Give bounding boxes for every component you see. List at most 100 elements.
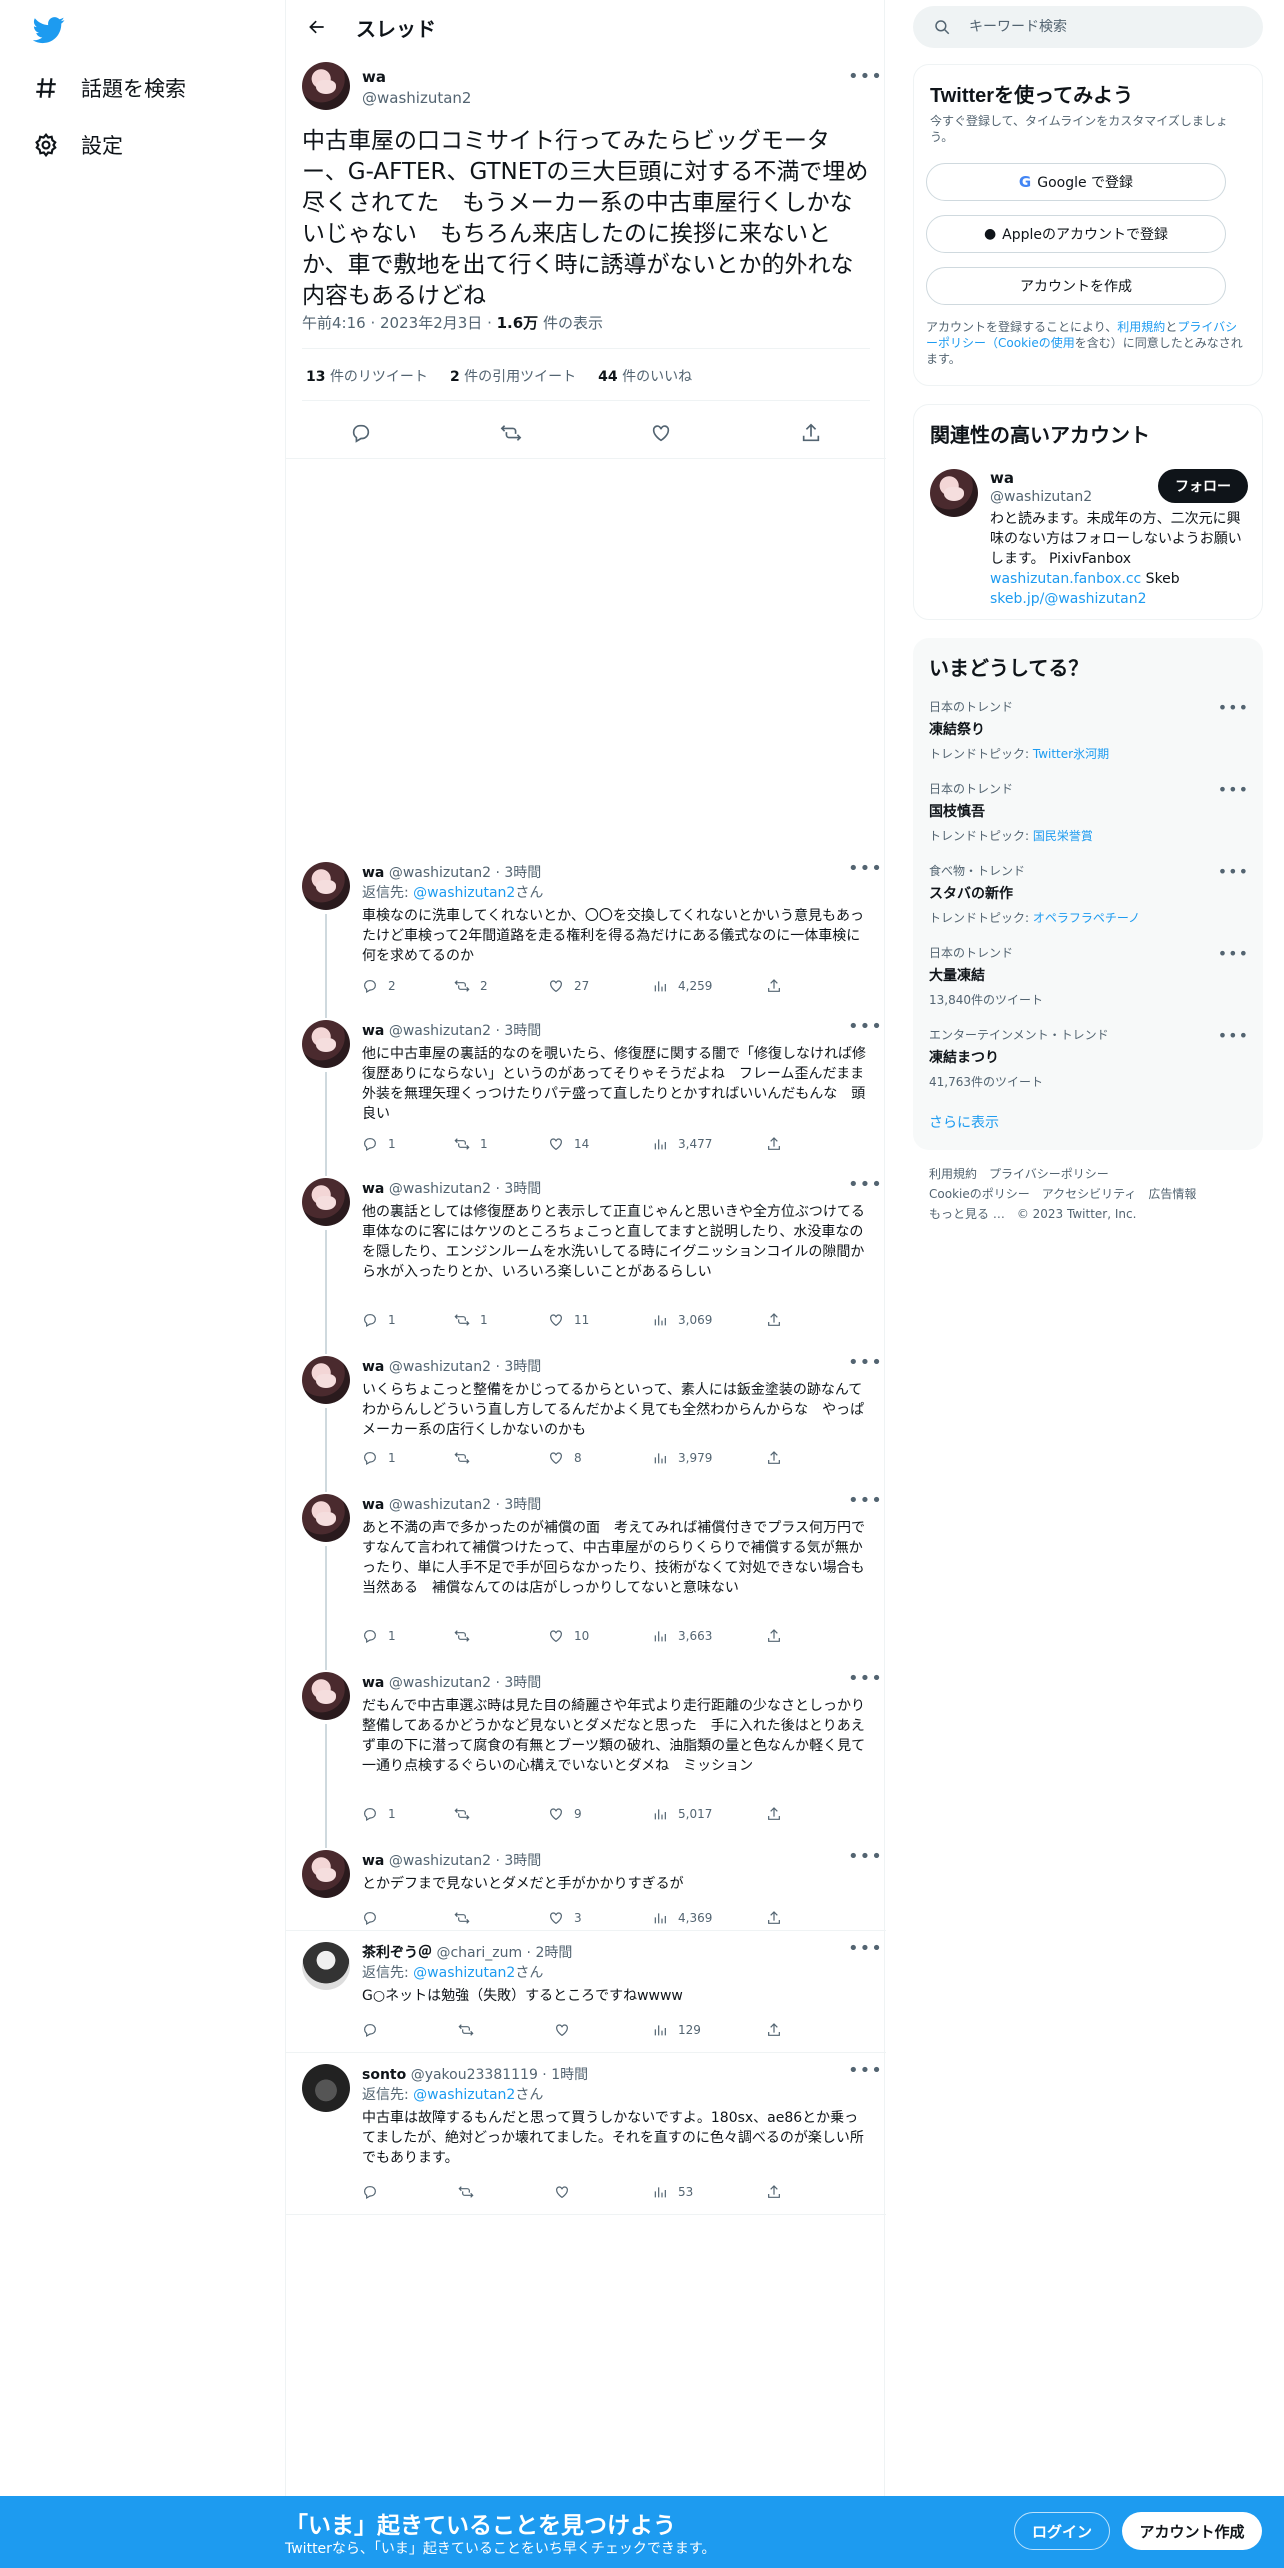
author-handle[interactable]: @washizutan2 (389, 1023, 491, 1039)
quote-stat[interactable]: 2 件の引用ツイート (450, 366, 576, 386)
footer-terms[interactable]: 利用規約 (929, 1167, 977, 1181)
author-handle[interactable]: @washizutan2 (362, 89, 471, 107)
tweet-time[interactable]: 3時間 (504, 1675, 541, 1691)
more-options-icon[interactable]: ••• (1218, 1026, 1249, 1045)
views-action[interactable]: 4,369 (652, 1910, 712, 1926)
trend-sub-link[interactable]: 国民栄誉賞 (1033, 829, 1093, 843)
trend-sub-link[interactable]: Twitter氷河期 (1033, 747, 1109, 761)
like-action[interactable]: 10 (548, 1628, 589, 1644)
tweet-time[interactable]: 3時間 (504, 1497, 541, 1513)
trend-item[interactable]: 日本のトレンド 国枝慎吾 トレンドトピック: 国民栄誉賞 ••• (929, 780, 1249, 844)
more-options-icon[interactable]: ••• (848, 1668, 883, 1689)
more-options-icon[interactable]: ••• (1218, 944, 1249, 963)
more-options-icon[interactable]: ••• (1218, 780, 1249, 799)
author-handle[interactable]: @washizutan2 (389, 1853, 491, 1869)
related-handle[interactable]: @washizutan2 (990, 489, 1092, 505)
share-action[interactable] (766, 1312, 792, 1328)
author-name[interactable]: wa (362, 1023, 384, 1039)
retweet-action[interactable] (458, 2184, 484, 2200)
views-action[interactable]: 3,979 (652, 1450, 712, 1466)
reply-action[interactable]: 1 (362, 1450, 396, 1466)
tweet-time[interactable]: 3時間 (504, 865, 541, 881)
views-action[interactable]: 53 (652, 2184, 693, 2200)
author-handle[interactable]: @washizutan2 (389, 1181, 491, 1197)
share-action[interactable] (766, 2184, 792, 2200)
more-options-icon[interactable]: ••• (848, 1490, 883, 1511)
footer-accessibility[interactable]: アクセシビリティ (1042, 1187, 1137, 1201)
views-action[interactable]: 5,017 (652, 1806, 712, 1822)
reply-tweet[interactable]: wa @washizutan2 · 3時間 ••• だもんで中古車選ぶ時は見た目… (286, 1668, 886, 1842)
retweet-icon[interactable] (500, 422, 522, 444)
author-name[interactable]: wa (362, 1359, 384, 1375)
retweet-action[interactable] (454, 1806, 480, 1822)
more-options-icon[interactable]: ••• (848, 66, 883, 87)
reply-action[interactable]: 1 (362, 1628, 396, 1644)
views-action[interactable]: 129 (652, 2022, 701, 2038)
reply-tweet[interactable]: sonto @yakou23381119 · 1時間 ••• 返信先: @was… (286, 2060, 886, 2214)
reply-tweet[interactable]: wa @washizutan2 · 3時間 ••• いくらちょこっと整備をかじっ… (286, 1352, 886, 1486)
avatar[interactable] (302, 62, 350, 110)
twitter-logo-icon[interactable] (32, 14, 65, 46)
share-action[interactable] (766, 978, 792, 994)
author-name[interactable]: wa (362, 1853, 384, 1869)
retweet-action[interactable] (458, 2022, 484, 2038)
more-options-icon[interactable]: ••• (1218, 698, 1249, 717)
share-action[interactable] (766, 1806, 792, 1822)
heart-icon[interactable] (650, 422, 672, 444)
terms-link[interactable]: 利用規約 (1117, 320, 1165, 334)
avatar[interactable] (302, 1494, 350, 1542)
avatar[interactable] (302, 862, 350, 910)
like-action[interactable] (554, 2022, 580, 2038)
login-button[interactable]: ログイン (1014, 2512, 1110, 2550)
signup-button[interactable]: アカウント作成 (1122, 2512, 1262, 2550)
nav-settings[interactable]: 設定 (33, 125, 123, 165)
author-handle[interactable]: @washizutan2 (389, 1675, 491, 1691)
retweet-action[interactable]: 2 (454, 978, 488, 994)
show-more-link[interactable]: さらに表示 (929, 1112, 999, 1132)
cookie-link[interactable]: （Cookieの使用 (986, 336, 1075, 350)
like-stat[interactable]: 44 件のいいね (598, 366, 692, 386)
retweet-action[interactable] (454, 1910, 480, 1926)
share-action[interactable] (766, 1910, 792, 1926)
reply-to-handle[interactable]: @washizutan2 (413, 1965, 515, 1981)
more-options-icon[interactable]: ••• (848, 1352, 883, 1373)
reply-action[interactable]: 1 (362, 1312, 396, 1328)
author-name[interactable]: sonto (362, 2067, 406, 2083)
author-handle[interactable]: @washizutan2 (389, 1497, 491, 1513)
reply-tweet[interactable]: wa @washizutan2 · 3時間 ••• 他の裏話としては修復歴ありと… (286, 1174, 886, 1348)
google-signup-button[interactable]: G Google で登録 (926, 163, 1226, 201)
more-options-icon[interactable]: ••• (848, 858, 883, 879)
retweet-action[interactable]: 1 (454, 1312, 488, 1328)
more-options-icon[interactable]: ••• (848, 1016, 883, 1037)
author-handle[interactable]: @yakou23381119 (411, 2067, 538, 2083)
tweet-time[interactable]: 3時間 (504, 1853, 541, 1869)
avatar[interactable] (302, 1356, 350, 1404)
avatar[interactable] (302, 2064, 350, 2112)
trend-item[interactable]: 日本のトレンド 大量凍結 13,840件のツイート ••• (929, 944, 1249, 1008)
fanbox-link[interactable]: washizutan.fanbox.cc (990, 571, 1141, 587)
author-name[interactable]: wa (362, 1675, 384, 1691)
retweet-action[interactable]: 1 (454, 1136, 488, 1152)
tweet-time[interactable]: 2時間 (535, 1945, 572, 1961)
author-handle[interactable]: @washizutan2 (389, 865, 491, 881)
avatar[interactable] (302, 1020, 350, 1068)
reply-action[interactable] (362, 2022, 388, 2038)
trend-item[interactable]: エンターテインメント・トレンド 凍結まつり 41,763件のツイート ••• (929, 1026, 1249, 1090)
back-button[interactable] (300, 10, 334, 44)
skeb-link[interactable]: skeb.jp/@washizutan2 (990, 591, 1147, 607)
reply-action[interactable] (362, 2184, 388, 2200)
retweet-action[interactable] (454, 1450, 480, 1466)
like-action[interactable] (554, 2184, 580, 2200)
reply-icon[interactable] (350, 422, 372, 444)
author-name[interactable]: wa (362, 1497, 384, 1513)
avatar[interactable] (302, 1850, 350, 1898)
tweet-time[interactable]: 3時間 (504, 1359, 541, 1375)
reply-tweet[interactable]: wa @washizutan2 · 3時間 ••• 他に中古車屋の裏話的なのを覗… (286, 1016, 886, 1170)
reply-action[interactable]: 1 (362, 1136, 396, 1152)
reply-action[interactable] (362, 1910, 388, 1926)
footer-cookie[interactable]: Cookieのポリシー (929, 1187, 1030, 1201)
views-action[interactable]: 4,259 (652, 978, 712, 994)
reply-action[interactable]: 2 (362, 978, 396, 994)
avatar[interactable] (930, 469, 978, 517)
tweet-date[interactable]: 2023年2月3日 (380, 314, 482, 332)
